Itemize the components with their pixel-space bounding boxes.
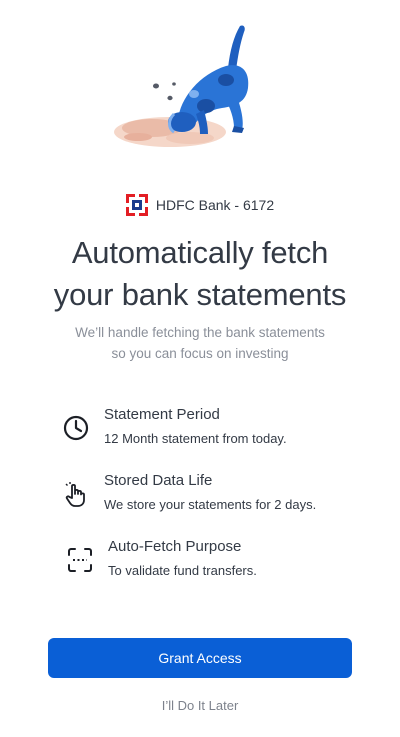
page-title: Automatically fetch your bank statements <box>0 232 400 316</box>
feature-auto-fetch-purpose: Auto-Fetch Purpose To validate fund tran… <box>64 538 364 588</box>
page-title-line-1: Automatically fetch <box>71 235 329 270</box>
page-subtitle-line-1: We’ll handle fetching the bank statement… <box>75 325 325 340</box>
pointing-hand-icon <box>65 482 85 507</box>
scan-frame-icon <box>68 548 92 572</box>
feature-title: Stored Data Life <box>104 472 213 489</box>
feature-description: To validate fund transfers. <box>108 563 257 578</box>
feature-description: 12 Month statement from today. <box>104 431 287 446</box>
feature-description: We store your statements for 2 days. <box>104 497 317 512</box>
page-title-line-2: your bank statements <box>53 277 347 312</box>
bank-name: HDFC Bank - 6172 <box>155 197 275 213</box>
feature-statement-period: Statement Period 12 Month statement from… <box>60 406 360 456</box>
hdfc-logo-icon <box>125 194 148 216</box>
grant-access-button[interactable]: Grant Access <box>48 638 352 678</box>
do-it-later-link[interactable]: I’ll Do It Later <box>0 698 400 713</box>
feature-title: Statement Period <box>104 406 220 423</box>
page-subtitle-line-2: so you can focus on investing <box>111 346 289 361</box>
dog-digging-illustration <box>114 25 249 147</box>
bank-account-row: HDFC Bank - 6172 <box>0 194 400 216</box>
feature-title: Auto-Fetch Purpose <box>108 538 242 555</box>
page-subtitle: We’ll handle fetching the bank statement… <box>50 322 350 364</box>
clock-icon <box>63 415 89 441</box>
feature-stored-data-life: Stored Data Life We store your statement… <box>60 472 360 522</box>
